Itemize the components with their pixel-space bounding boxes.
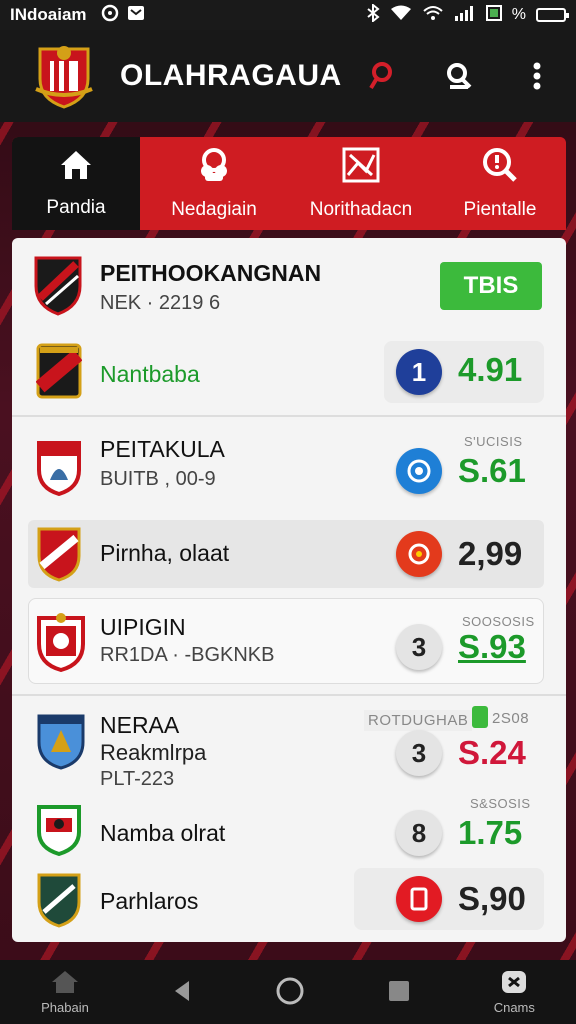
recents-icon xyxy=(387,979,411,1006)
match-title: PEITHOOKANGNAN xyxy=(100,260,322,286)
contacts-icon xyxy=(195,147,233,189)
match-list-panel: PEITHOOKANGNAN NEK · 2219 6 TBIS Nantbab… xyxy=(12,238,566,942)
alarm-icon xyxy=(101,4,119,27)
category-tabs: Pandia Nedagiain Norithadacn Pientalle xyxy=(12,137,566,230)
match-code: PLT-223 xyxy=(100,768,175,790)
club-crest-logo xyxy=(32,39,96,114)
tab-label: Norithadacn xyxy=(309,198,413,220)
nav-home-button[interactable] xyxy=(275,976,305,1009)
signal-icon xyxy=(454,5,476,26)
system-nav-bar: Phabain Cnams xyxy=(0,960,576,1024)
tab-label: Pientalle xyxy=(463,198,537,220)
odds-value[interactable]: 1.75 xyxy=(458,814,522,852)
team-name: NERAA xyxy=(100,712,180,738)
fire-icon xyxy=(396,531,442,577)
nav-games-label: Cnams xyxy=(493,1000,535,1015)
back-icon xyxy=(171,979,193,1006)
list-item[interactable]: Namba olrat S&SOSIS 8 1.75 xyxy=(12,796,566,868)
odds-value[interactable]: S.24 xyxy=(458,734,526,772)
wifi-alt-icon xyxy=(422,5,444,26)
target-icon xyxy=(396,448,442,494)
odds-value[interactable]: 2,99 xyxy=(458,535,522,573)
gallery-icon xyxy=(485,4,502,26)
battery-percent-label: % xyxy=(511,6,526,23)
team-name: Namba olrat xyxy=(100,820,226,846)
team-crest-icon xyxy=(36,710,86,775)
nav-recents-button[interactable] xyxy=(387,979,411,1006)
nav-back-button[interactable] xyxy=(171,979,193,1006)
search-button[interactable] xyxy=(442,59,476,93)
nav-home-label: Phabain xyxy=(41,1000,89,1015)
team-name: PEITAKULA xyxy=(100,436,225,462)
odds-value[interactable]: S.61 xyxy=(458,452,526,490)
odds-value[interactable]: 4.91 xyxy=(458,351,522,389)
home-icon xyxy=(50,969,80,998)
nav-home[interactable]: Phabain xyxy=(41,969,89,1015)
list-item[interactable]: Pirnha, olaat 2,99 xyxy=(12,520,566,590)
status-bar: INdoaiam % xyxy=(0,0,576,30)
list-item[interactable]: Nantbaba 1 4.91 xyxy=(12,333,566,415)
home-circle-icon xyxy=(275,976,305,1009)
odds-value[interactable]: S,90 xyxy=(458,880,526,918)
live-indicator xyxy=(472,706,488,728)
odds-label: ROTDUGHAB xyxy=(364,710,473,731)
battery-icon xyxy=(536,8,569,22)
match-subtitle: RR1DA · -BGKNKB xyxy=(100,644,275,666)
games-icon xyxy=(500,969,528,998)
wifi-icon xyxy=(390,5,412,26)
list-item[interactable]: PEITAKULA BUITB , 00-9 S'UCISIS S.61 xyxy=(12,418,566,514)
team-name: Pirnha, olaat xyxy=(100,540,230,566)
team-crest-icon xyxy=(36,440,82,501)
odds-value[interactable]: S.93 xyxy=(458,628,526,666)
tab-label: Pandia xyxy=(46,196,106,218)
tab-label: Nedagiain xyxy=(171,198,257,220)
list-item[interactable]: NERAA Reakmlrpa PLT-223 ROTDUGHAB 2S08 3… xyxy=(12,698,566,798)
team-crest-icon xyxy=(36,804,82,861)
divider xyxy=(12,415,566,417)
selection-count-badge: 3 xyxy=(396,624,442,670)
match-subtitle: BUITB , 00-9 xyxy=(100,468,216,490)
tab-search[interactable]: Pientalle xyxy=(434,137,566,230)
selection-count-badge: 8 xyxy=(396,810,442,856)
app-bar: OLAHRAGAUA xyxy=(0,30,576,122)
tbis-button[interactable]: TBIS xyxy=(440,262,542,310)
odds-label: SOOSOSIS xyxy=(462,614,535,629)
selection-count-badge: 1 xyxy=(396,349,442,395)
image-icon xyxy=(342,147,380,189)
odds-label: S'UCISIS xyxy=(464,434,523,449)
team-crest-icon xyxy=(36,872,82,933)
bluetooth-icon xyxy=(366,2,380,27)
app-title: OLAHRAGAUA xyxy=(120,59,342,92)
team-crest-icon xyxy=(35,343,83,404)
team-crest-icon xyxy=(36,526,82,587)
search-icon xyxy=(481,147,519,189)
tab-contacts[interactable]: Nedagiain xyxy=(140,137,288,230)
match-subtitle: Reakmlrpa xyxy=(100,740,207,765)
odds-label: S&SOSIS xyxy=(470,796,531,811)
divider xyxy=(12,694,566,696)
home-icon xyxy=(59,149,93,187)
selection-count-badge: 3 xyxy=(396,730,442,776)
carrier-label: INdoaiam xyxy=(10,5,87,24)
tab-home[interactable]: Pandia xyxy=(12,137,140,230)
message-icon xyxy=(127,5,145,26)
more-options-button[interactable] xyxy=(520,59,554,93)
team-name: UIPIGIN xyxy=(100,614,186,640)
team-crest-icon xyxy=(32,254,84,321)
list-item[interactable]: UIPIGIN RR1DA · -BGKNKB SOOSOSIS 3 S.93 xyxy=(12,598,566,692)
team-crest-icon xyxy=(36,612,86,677)
location-pin-button[interactable] xyxy=(364,59,398,93)
list-item[interactable]: Parhlaros S,90 xyxy=(12,868,566,936)
team-name: Nantbaba xyxy=(100,361,200,387)
match-subtitle: NEK · 2219 6 xyxy=(100,292,221,314)
phone-icon xyxy=(396,876,442,922)
nav-games[interactable]: Cnams xyxy=(494,969,535,1015)
tab-images[interactable]: Norithadacn xyxy=(288,137,434,230)
team-name: Parhlaros xyxy=(100,888,199,914)
odds-label-num: 2S08 xyxy=(492,710,530,727)
list-item[interactable]: PEITHOOKANGNAN NEK · 2219 6 TBIS xyxy=(12,238,566,333)
